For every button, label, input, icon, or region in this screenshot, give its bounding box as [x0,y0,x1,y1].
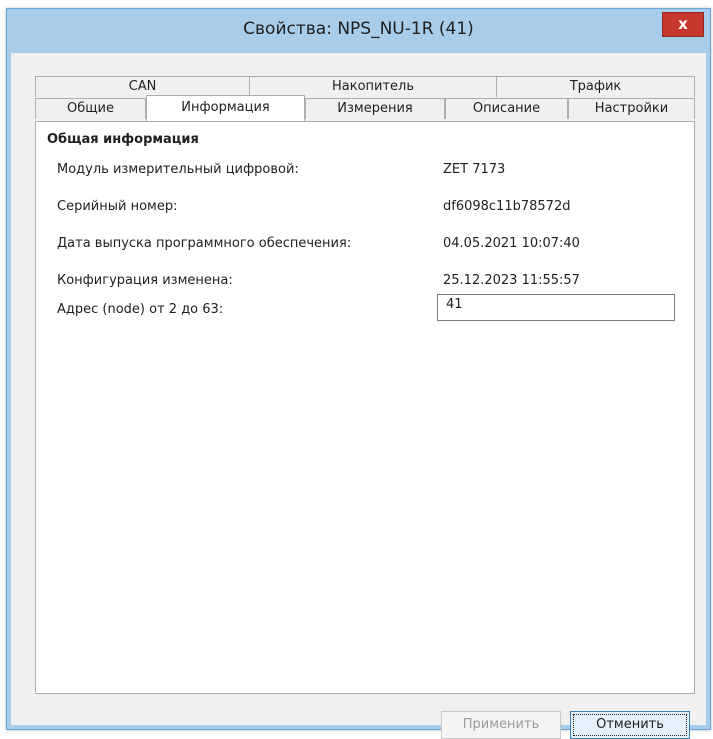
tab-description[interactable]: Описание [445,98,568,119]
tab-settings[interactable]: Настройки [568,98,695,119]
info-panel: Общая информация Модуль измерительный ци… [35,121,695,694]
config-changed-value: 25.12.2023 11:55:57 [443,273,580,288]
tab-can[interactable]: CAN [35,76,250,97]
firmware-date-value: 04.05.2021 10:07:40 [443,236,580,251]
window-title: Свойства: NPS_NU-1R (41) [243,19,474,39]
tab-traffic[interactable]: Трафик [496,76,695,97]
module-value: ZET 7173 [443,162,506,177]
title-bar[interactable]: Свойства: NPS_NU-1R (41) x [7,9,710,53]
config-changed-label: Конфигурация изменена: [57,273,233,288]
cancel-button[interactable]: Отменить [570,711,690,739]
section-title: Общая информация [47,132,199,147]
tab-measurements[interactable]: Измерения [305,98,445,119]
module-label: Модуль измерительный цифровой: [57,162,299,177]
apply-button[interactable]: Применить [441,711,561,739]
serial-label: Серийный номер: [57,199,178,214]
dialog-client-area: CAN Накопитель Трафик Общие Информация И… [15,53,702,739]
serial-value: df6098c11b78572d [443,199,571,214]
node-address-input[interactable]: 41 [437,294,675,321]
tab-accumulator[interactable]: Накопитель [249,76,497,97]
tab-information[interactable]: Информация [146,95,305,121]
firmware-date-label: Дата выпуска программного обеспечения: [57,236,352,251]
close-button[interactable]: x [662,12,704,37]
node-address-label: Адрес (node) от 2 до 63: [57,302,224,317]
tab-general[interactable]: Общие [35,98,146,119]
properties-dialog: Свойства: NPS_NU-1R (41) x CAN Накопител… [6,8,711,739]
